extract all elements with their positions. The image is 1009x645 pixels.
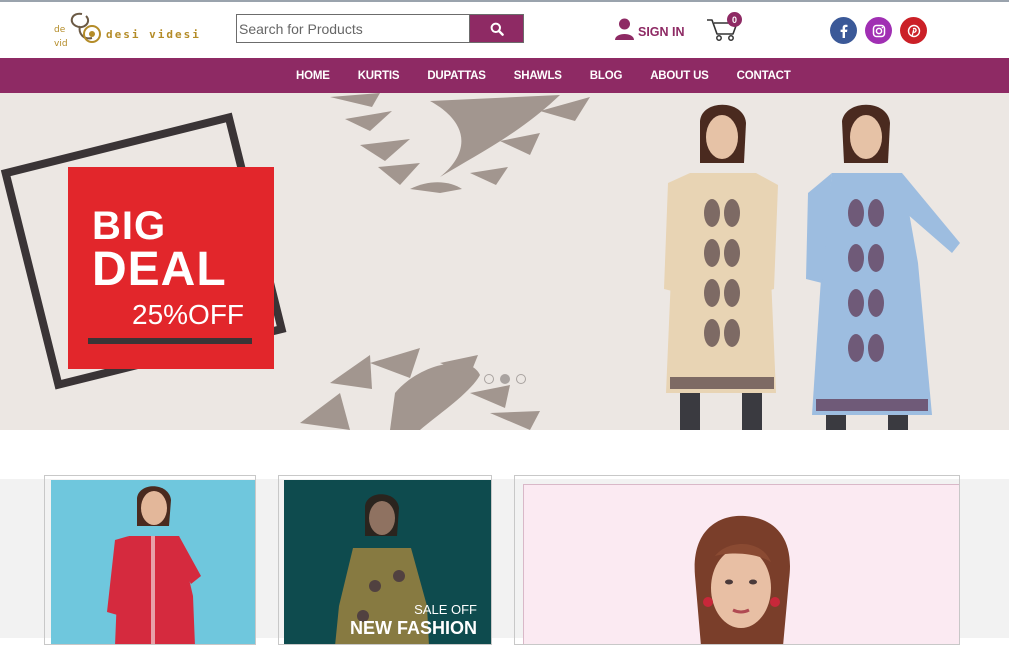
promo-title: NEW FASHION [349,618,477,638]
hero-headline-deal: DEAL [92,243,227,296]
carousel-dots [484,374,526,384]
sign-in-link[interactable]: SIGN IN [615,16,685,42]
nav-kurtis[interactable]: KURTIS [358,70,400,82]
pinterest-link[interactable] [900,17,927,44]
paisley-pattern-bottom [300,348,540,430]
logo-mark-icon: de vid [54,12,101,49]
facebook-link[interactable] [830,17,857,44]
paisley-pattern-top [330,93,590,193]
nav-blog[interactable]: BLOG [590,70,623,82]
promo-sale-label: SALE OFF [414,602,477,617]
category-card-2[interactable]: SALE OFF NEW FASHION [278,475,492,645]
user-icon [615,18,634,40]
pinterest-icon [907,24,920,37]
main-nav: HOME KURTIS DUPATTAS SHAWLS BLOG ABOUT U… [0,58,1009,93]
model-blue-kurti [806,104,960,430]
nav-about-us[interactable]: ABOUT US [650,70,709,82]
logo-text: desi videsi [106,28,201,41]
model-red-kurti [107,486,201,644]
facebook-icon [840,24,847,38]
cart-count-badge: 0 [727,12,742,27]
svg-text:vid: vid [54,39,68,49]
model-beige-kurti [664,104,778,430]
model-portrait [694,515,790,644]
site-logo[interactable]: de vid desi videsi [54,8,204,52]
category-card-3[interactable] [514,475,960,645]
cart-button[interactable]: 0 [706,12,746,44]
carousel-dot-3[interactable] [516,374,526,384]
sign-in-label: SIGN IN [638,25,685,39]
hero-offer: 25%OFF [132,299,245,330]
search-button[interactable] [469,14,524,43]
nav-dupattas[interactable]: DUPATTAS [427,70,486,82]
site-header: de vid desi videsi SIGN IN 0 [0,2,1009,58]
hero-headline-big: BIG [92,204,167,248]
svg-text:de: de [54,25,66,35]
instagram-link[interactable] [865,17,892,44]
carousel-dot-1[interactable] [484,374,494,384]
instagram-icon [872,24,885,37]
hero-banner[interactable]: BIG DEAL 25%OFF [0,93,1009,430]
category-cards: SALE OFF NEW FASHION [0,475,1009,645]
search-input[interactable] [236,14,470,43]
category-card-1[interactable] [44,475,256,645]
nav-home[interactable]: HOME [296,70,330,82]
nav-shawls[interactable]: SHAWLS [514,70,562,82]
carousel-dot-2[interactable] [500,374,510,384]
search-icon [490,22,504,36]
nav-contact[interactable]: CONTACT [737,70,791,82]
